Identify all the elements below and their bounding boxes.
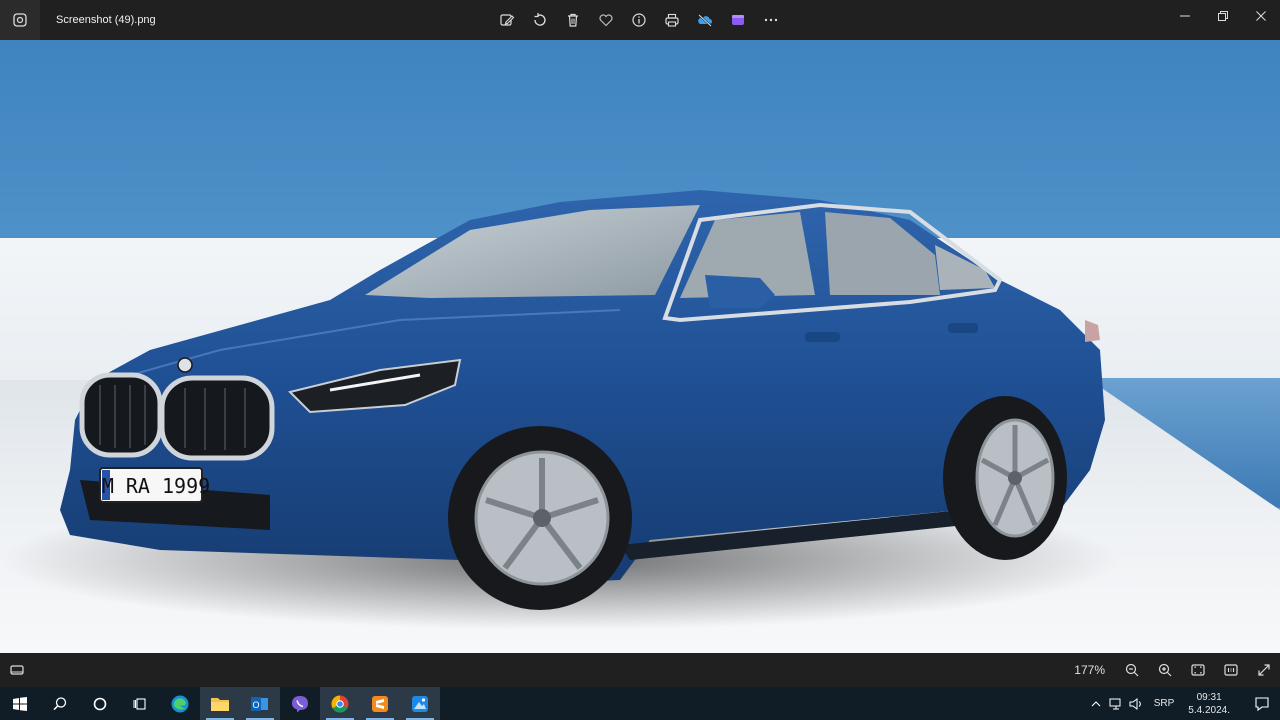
zoom-out-icon[interactable] [1115, 653, 1148, 687]
rotate-icon[interactable] [523, 0, 556, 40]
fit-to-window-icon[interactable] [1181, 653, 1214, 687]
minimize-icon[interactable] [1166, 0, 1204, 32]
fullscreen-icon[interactable] [1247, 653, 1280, 687]
photos-icon[interactable] [400, 687, 440, 720]
title-bar: Screenshot (49).png [0, 0, 1280, 40]
notifications-icon[interactable] [1244, 687, 1280, 720]
photos-app-icon[interactable] [0, 0, 40, 40]
restore-icon[interactable] [1204, 0, 1242, 32]
car-photo: M RA 1999 [0, 190, 1120, 630]
svg-text:O: O [252, 700, 259, 710]
show-hidden-icons-chevron-icon[interactable] [1086, 687, 1106, 720]
clock[interactable]: 09:31 5.4.2024. [1188, 691, 1230, 717]
start-windows-icon[interactable] [0, 687, 40, 720]
windows-taskbar: O SRP 09:31 5.4.2024. [0, 687, 1280, 720]
onedrive-icon[interactable] [688, 0, 721, 40]
close-icon[interactable] [1242, 0, 1280, 32]
delete-icon[interactable] [556, 0, 589, 40]
image-toolbar [490, 0, 787, 40]
zoom-level: 177% [1074, 663, 1105, 677]
license-plate-text: M RA 1999 [102, 474, 210, 498]
rear-side-window [825, 212, 940, 295]
viewer-statusbar: 177% [0, 653, 1280, 687]
search-icon[interactable] [40, 687, 80, 720]
network-icon[interactable] [1106, 687, 1126, 720]
edge-icon[interactable] [160, 687, 200, 720]
grille-right [159, 375, 275, 461]
print-icon[interactable] [655, 0, 688, 40]
bmw-badge [177, 357, 193, 373]
zoom-in-icon[interactable] [1148, 653, 1181, 687]
edit-image-icon[interactable] [490, 0, 523, 40]
file-explorer-icon[interactable] [200, 687, 240, 720]
cortana-icon[interactable] [80, 687, 120, 720]
chrome-icon[interactable] [320, 687, 360, 720]
input-language[interactable]: SRP [1154, 698, 1175, 709]
sublime-text-icon[interactable] [360, 687, 400, 720]
rear-wheel [943, 396, 1067, 560]
viber-icon[interactable] [280, 687, 320, 720]
front-wheel [448, 426, 632, 610]
system-tray: SRP 09:31 5.4.2024. [1086, 687, 1280, 720]
grille-left [79, 372, 163, 458]
task-view-icon[interactable] [120, 687, 160, 720]
image-viewport[interactable]: M RA 1999 [0, 40, 1280, 653]
clipchamp-icon[interactable] [721, 0, 754, 40]
clock-date: 5.4.2024. [1188, 704, 1230, 716]
favorite-heart-icon[interactable] [589, 0, 622, 40]
volume-icon[interactable] [1126, 687, 1146, 720]
actual-size-icon[interactable] [1214, 653, 1247, 687]
file-info-icon[interactable] [622, 0, 655, 40]
clock-time: 09:31 [1196, 691, 1222, 703]
file-name: Screenshot (49).png [56, 14, 156, 26]
window-controls [1166, 0, 1280, 40]
filmstrip-toggle-icon[interactable] [0, 662, 34, 678]
more-options-icon[interactable] [754, 0, 787, 40]
outlook-icon[interactable]: O [240, 687, 280, 720]
